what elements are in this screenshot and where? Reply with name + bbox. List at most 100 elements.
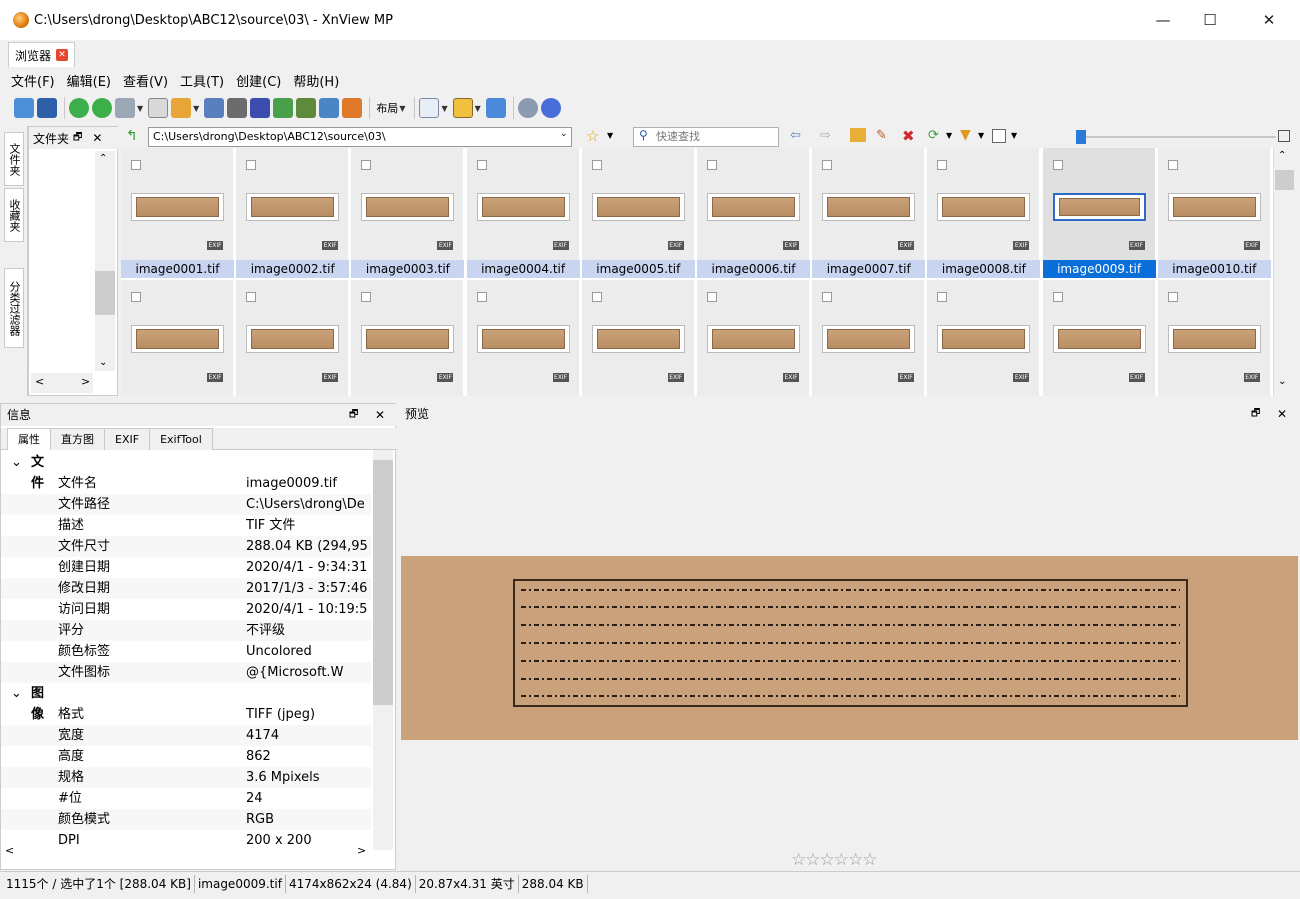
menu-create[interactable]: 创建(C) — [230, 71, 287, 90]
quick-search-input[interactable]: 快速查找 — [633, 127, 779, 147]
tab-exif[interactable]: EXIF — [104, 428, 151, 450]
select-checkbox[interactable] — [822, 292, 833, 302]
sort-icon[interactable] — [452, 98, 473, 118]
info-close-icon[interactable]: ✕ — [375, 404, 385, 426]
view-mode-icon[interactable] — [419, 98, 440, 118]
thumbnail-item[interactable]: EXIF image0009.tif — [1042, 148, 1156, 278]
scan-icon[interactable] — [250, 98, 271, 118]
zoom-slider-track[interactable] — [1086, 136, 1276, 138]
thumbnail-image[interactable] — [476, 325, 570, 353]
thumbnail-item[interactable]: EXIF image0001.tif — [121, 148, 234, 278]
select-checkbox[interactable] — [591, 292, 602, 302]
view-mode-dropdown-icon[interactable]: ▼ — [441, 104, 447, 113]
select-checkbox[interactable] — [361, 160, 372, 170]
favorite-dropdown-icon[interactable]: ▼ — [607, 131, 613, 140]
rating-stars[interactable]: ☆☆☆☆☆☆ — [791, 850, 877, 870]
sort-dropdown-icon[interactable]: ▼ — [475, 104, 481, 113]
thumbnail-image[interactable] — [1167, 325, 1261, 353]
rotate-left-icon[interactable] — [69, 98, 89, 118]
info-scrollbar[interactable] — [373, 450, 393, 850]
thumbnail-image[interactable] — [707, 325, 800, 353]
wallpaper-icon[interactable] — [342, 98, 363, 118]
edit-icon[interactable]: ✎ — [876, 128, 887, 143]
thumbnail-item[interactable]: EXIF image0002.tif — [236, 148, 350, 278]
select-checkbox[interactable] — [1052, 160, 1063, 170]
rotate-right-icon[interactable] — [92, 98, 112, 118]
thumbnail-item[interactable]: EXIF — [1157, 280, 1271, 396]
path-input[interactable]: C:\Users\drong\Desktop\ABC12\source\03\ — [148, 127, 572, 147]
thumbnail-image[interactable] — [591, 325, 685, 353]
thumbnail-item[interactable]: EXIF image0010.tif — [1157, 148, 1271, 278]
thumbnail-item[interactable]: EXIF — [236, 280, 350, 396]
scroll-left-icon[interactable]: < — [35, 375, 44, 388]
preview-pin-icon[interactable]: 🗗 — [1251, 403, 1260, 425]
thumbnail-item[interactable]: EXIF — [581, 280, 695, 396]
collapse-chevron-icon[interactable]: ⌄ — [11, 452, 22, 473]
thumbnail-item[interactable]: EXIF image0008.tif — [927, 148, 1041, 278]
preview-close-icon[interactable]: ✕ — [1277, 403, 1287, 425]
thumbnail-image[interactable] — [937, 325, 1031, 353]
thumbnail-image[interactable] — [591, 193, 685, 221]
close-window-button[interactable]: ✕ — [1246, 0, 1292, 40]
print-icon[interactable] — [227, 98, 248, 118]
tab-exiftool[interactable]: ExifTool — [149, 428, 213, 450]
thumbnail-image[interactable] — [361, 193, 455, 221]
thumbnail-image[interactable] — [246, 325, 340, 353]
scroll-down-icon[interactable]: ⌄ — [99, 357, 107, 368]
select-checkbox[interactable] — [707, 292, 717, 302]
folder-panel-close-icon[interactable]: ✕ — [92, 131, 102, 145]
refresh-icon[interactable]: ⟳ — [928, 128, 939, 143]
thumbnail-item[interactable]: EXIF image0006.tif — [697, 148, 810, 278]
select-checkbox[interactable] — [246, 292, 257, 302]
copy-dropdown-icon[interactable]: ▼ — [193, 104, 199, 113]
fullscreen-icon[interactable] — [37, 98, 57, 118]
maximize-button[interactable]: ☐ — [1187, 0, 1233, 40]
parent-folder-icon[interactable]: ↰ — [126, 128, 138, 144]
thumbnail-image[interactable] — [822, 325, 916, 353]
convert-icon[interactable] — [296, 98, 317, 118]
tab-close-icon[interactable]: ✕ — [56, 49, 69, 61]
info-scroll-left-icon[interactable]: < — [5, 844, 14, 857]
thumbnail-item[interactable]: EXIF — [927, 280, 1041, 396]
thumbnail-item[interactable]: EXIF — [466, 280, 580, 396]
select-checkbox[interactable] — [246, 160, 257, 170]
thumbnail-image[interactable] — [476, 193, 570, 221]
thumbnail-scrollbar[interactable]: ⌃ ⌄ — [1273, 148, 1295, 396]
thumbnail-image[interactable] — [361, 325, 455, 353]
select-checkbox[interactable] — [1167, 292, 1178, 302]
select-checkbox[interactable] — [361, 292, 372, 302]
thumbnail-size-icon[interactable] — [992, 129, 1006, 143]
tab-properties[interactable]: 属性 — [7, 428, 51, 450]
sidebar-tab-category-filter[interactable]: 分类过滤器 — [4, 268, 24, 348]
select-checkbox[interactable] — [937, 292, 948, 302]
thumbnail-item[interactable]: EXIF — [1042, 280, 1156, 396]
select-checkbox[interactable] — [131, 292, 141, 302]
tab-browser[interactable]: 浏览器 ✕ — [8, 42, 76, 67]
thumbnail-item[interactable]: EXIF — [121, 280, 234, 396]
info-pin-icon[interactable]: 🗗 — [349, 404, 358, 426]
thumbnail-image[interactable] — [131, 193, 224, 221]
filter-dropdown-icon[interactable]: ▼ — [978, 131, 984, 140]
thumbnail-scroll-up-icon[interactable]: ⌃ — [1278, 150, 1286, 161]
minimize-button[interactable]: — — [1140, 0, 1186, 40]
select-checkbox[interactable] — [476, 292, 487, 302]
binoculars-icon[interactable] — [204, 98, 225, 118]
scroll-up-icon[interactable]: ⌃ — [99, 153, 107, 164]
tree-icon[interactable] — [485, 98, 506, 118]
thumbnail-image[interactable] — [131, 325, 224, 353]
thumbnail-image[interactable] — [1052, 193, 1146, 221]
menu-file[interactable]: 文件(F) — [5, 71, 61, 90]
menu-edit[interactable]: 编辑(E) — [61, 71, 117, 90]
batch-icon[interactable] — [115, 98, 135, 118]
path-dropdown-icon[interactable]: ⌄ — [560, 129, 568, 139]
thumbnail-image[interactable] — [1052, 325, 1146, 353]
delete-icon[interactable]: ✖ — [902, 127, 915, 145]
select-checkbox[interactable] — [131, 160, 141, 170]
thumbnail-item[interactable]: EXIF image0003.tif — [351, 148, 465, 278]
new-folder-icon[interactable] — [850, 128, 866, 142]
info-scrollbar-thumb[interactable] — [373, 460, 393, 705]
sidebar-tab-favorites[interactable]: 收藏夹 — [4, 188, 24, 242]
thumbnail-item[interactable]: EXIF image0007.tif — [812, 148, 926, 278]
thumbnail-scroll-down-icon[interactable]: ⌄ — [1278, 376, 1286, 387]
document-icon[interactable] — [148, 98, 169, 118]
